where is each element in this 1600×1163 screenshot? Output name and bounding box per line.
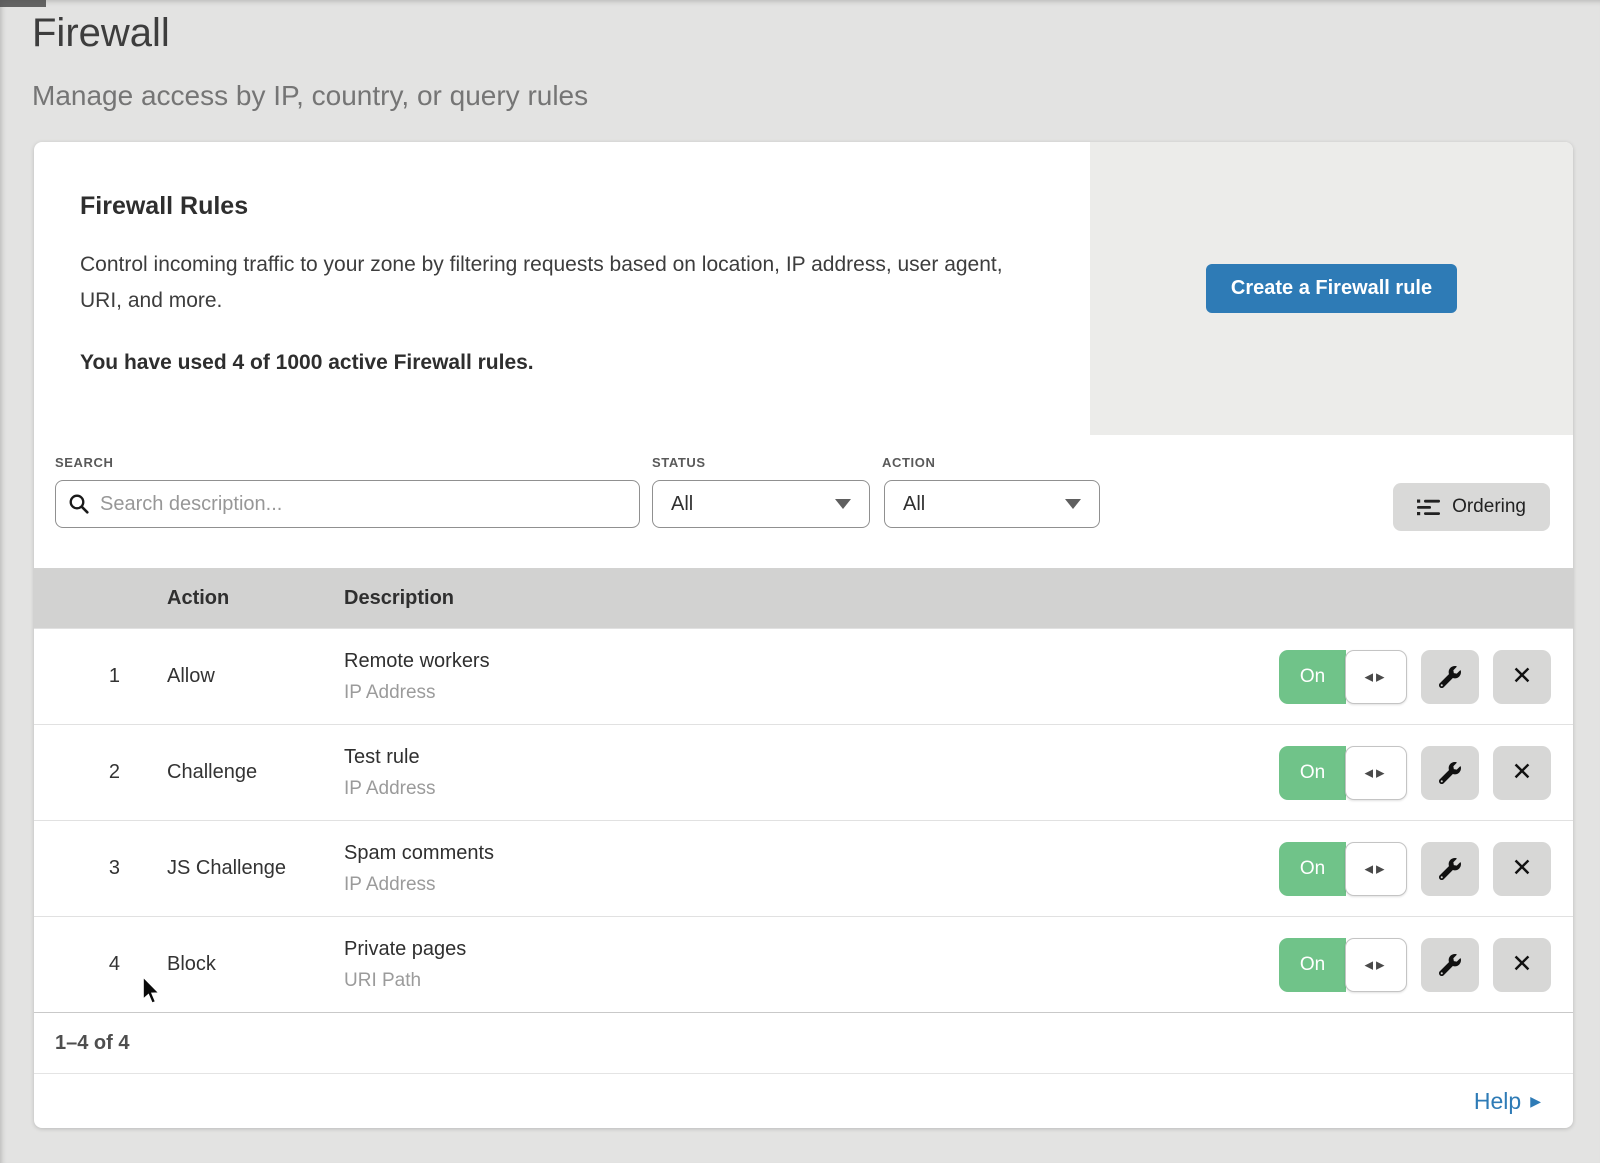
close-icon: ✕ (1512, 856, 1533, 881)
help-link[interactable]: Help ▶ (1474, 1088, 1541, 1115)
close-icon: ✕ (1512, 952, 1533, 977)
screenshot-edge-artifact (0, 0, 46, 7)
delete-rule-button[interactable]: ✕ (1493, 938, 1551, 992)
rule-priority: 2 (34, 761, 120, 784)
chevron-down-icon (835, 499, 851, 509)
toggle-on-state: On (1279, 938, 1346, 992)
table-row: 4 Block Private pages URI Path On ◂▸ ✕ (34, 916, 1573, 1012)
help-arrow-icon: ▶ (1530, 1093, 1541, 1110)
chevron-down-icon (1065, 499, 1081, 509)
pagination-bar: 1–4 of 4 (34, 1012, 1573, 1073)
close-icon: ✕ (1512, 664, 1533, 689)
rules-heading: Firewall Rules (80, 192, 1030, 221)
rules-usage-count: You have used 4 of 1000 active Firewall … (80, 351, 1030, 375)
ordering-button-label: Ordering (1452, 496, 1526, 518)
edit-rule-button[interactable] (1421, 938, 1479, 992)
table-row: 3 JS Challenge Spam comments IP Address … (34, 820, 1573, 916)
edit-rule-button[interactable] (1421, 650, 1479, 704)
rule-match-type: IP Address (344, 778, 1279, 800)
ordering-list-icon (1417, 499, 1440, 516)
firewall-rules-card: Firewall Rules Control incoming traffic … (34, 142, 1573, 1128)
toggle-on-state: On (1279, 842, 1346, 896)
rules-description: Control incoming traffic to your zone by… (80, 247, 1030, 319)
rule-match-type: IP Address (344, 874, 1279, 896)
filters-bar: SEARCH STATUS All ACTION All (34, 435, 1573, 568)
rule-match-type: IP Address (344, 682, 1279, 704)
table-row: 1 Allow Remote workers IP Address On ◂▸ … (34, 628, 1573, 724)
toggle-on-state: On (1279, 650, 1346, 704)
delete-rule-button[interactable]: ✕ (1493, 746, 1551, 800)
rule-enabled-toggle[interactable]: On ◂▸ (1279, 938, 1407, 992)
action-select[interactable]: All (884, 480, 1100, 528)
action-column-header: Action (120, 587, 344, 610)
help-bar: Help ▶ (34, 1073, 1573, 1128)
mouse-cursor-pointer (141, 976, 161, 1005)
wrench-icon (1439, 858, 1461, 880)
rule-enabled-toggle[interactable]: On ◂▸ (1279, 842, 1407, 896)
page-title: Firewall (32, 8, 1600, 58)
wrench-icon (1439, 762, 1461, 784)
delete-rule-button[interactable]: ✕ (1493, 650, 1551, 704)
search-label: SEARCH (55, 455, 640, 470)
action-selected-value: All (903, 493, 925, 516)
rule-enabled-toggle[interactable]: On ◂▸ (1279, 650, 1407, 704)
rule-description-cell: Test rule IP Address (344, 746, 1279, 800)
rule-priority: 3 (34, 857, 120, 880)
search-input[interactable] (55, 480, 640, 528)
rule-description-cell: Private pages URI Path (344, 938, 1279, 992)
status-selected-value: All (671, 493, 693, 516)
search-icon (68, 493, 90, 515)
status-label: STATUS (652, 455, 870, 470)
toggle-handle-arrows-icon: ◂▸ (1345, 746, 1407, 800)
ordering-button[interactable]: Ordering (1393, 483, 1550, 531)
help-link-label: Help (1474, 1088, 1521, 1115)
rule-priority: 1 (34, 665, 120, 688)
search-filter: SEARCH (55, 455, 640, 568)
toggle-on-state: On (1279, 746, 1346, 800)
rule-controls: On ◂▸ ✕ (1279, 938, 1573, 992)
toggle-handle-arrows-icon: ◂▸ (1345, 938, 1407, 992)
rule-priority: 4 (34, 953, 120, 976)
rule-description: Spam comments (344, 842, 1279, 865)
rule-action: JS Challenge (120, 857, 344, 880)
status-filter: STATUS All (652, 455, 870, 568)
rule-description: Private pages (344, 938, 1279, 961)
rule-action: Block (120, 953, 344, 976)
description-column-header: Description (344, 587, 1573, 610)
table-row: 2 Challenge Test rule IP Address On ◂▸ ✕ (34, 724, 1573, 820)
rule-controls: On ◂▸ ✕ (1279, 746, 1573, 800)
rule-action: Allow (120, 665, 344, 688)
edit-rule-button[interactable] (1421, 842, 1479, 896)
action-filter: ACTION All (882, 455, 1100, 568)
rule-match-type: URI Path (344, 970, 1279, 992)
rule-controls: On ◂▸ ✕ (1279, 842, 1573, 896)
edit-rule-button[interactable] (1421, 746, 1479, 800)
status-select[interactable]: All (652, 480, 870, 528)
toggle-handle-arrows-icon: ◂▸ (1345, 650, 1407, 704)
rule-action: Challenge (120, 761, 344, 784)
rule-enabled-toggle[interactable]: On ◂▸ (1279, 746, 1407, 800)
rules-table-header: Action Description (34, 568, 1573, 628)
rule-description-cell: Spam comments IP Address (344, 842, 1279, 896)
toggle-handle-arrows-icon: ◂▸ (1345, 842, 1407, 896)
wrench-icon (1439, 954, 1461, 976)
delete-rule-button[interactable]: ✕ (1493, 842, 1551, 896)
action-label: ACTION (882, 455, 1100, 470)
search-field-wrap (55, 480, 640, 528)
wrench-icon (1439, 666, 1461, 688)
page-subtitle: Manage access by IP, country, or query r… (32, 80, 1600, 112)
rule-description: Test rule (344, 746, 1279, 769)
rule-description: Remote workers (344, 650, 1279, 673)
create-firewall-rule-button[interactable]: Create a Firewall rule (1206, 264, 1457, 313)
rules-overview-text: Firewall Rules Control incoming traffic … (34, 142, 1090, 435)
create-rule-panel: Create a Firewall rule (1090, 142, 1573, 435)
close-icon: ✕ (1512, 760, 1533, 785)
page-header: Firewall Manage access by IP, country, o… (0, 0, 1600, 112)
pagination-range-text: 1–4 of 4 (55, 1032, 129, 1055)
rule-description-cell: Remote workers IP Address (344, 650, 1279, 704)
rule-controls: On ◂▸ ✕ (1279, 650, 1573, 704)
rules-overview-section: Firewall Rules Control incoming traffic … (34, 142, 1573, 435)
